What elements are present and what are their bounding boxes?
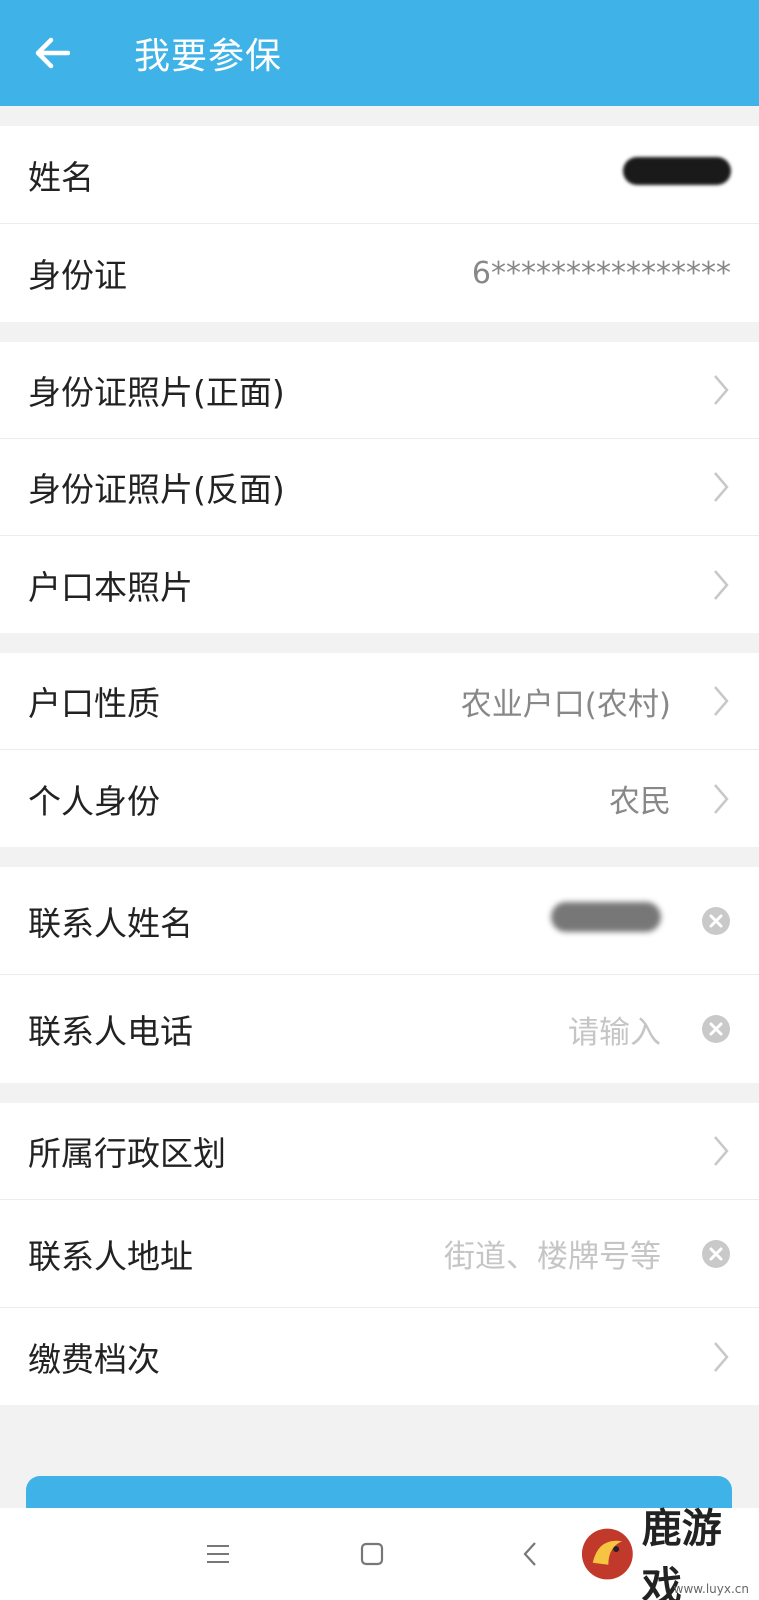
clear-icon[interactable] <box>701 1014 731 1044</box>
contact-phone-label: 联系人电话 <box>28 1012 193 1051</box>
photos-group: 身份证照片(正面) 身份证照片(反面) 户口本照片 <box>0 342 759 633</box>
watermark: 鹿游戏 www.luyx.cn <box>579 1506 759 1600</box>
contact-phone-row[interactable]: 联系人电话 请输入 <box>0 975 759 1083</box>
payment-level-label: 缴费档次 <box>28 1339 160 1379</box>
contact-address-label: 联系人地址 <box>28 1236 193 1276</box>
chevron-right-icon <box>711 470 731 504</box>
name-row[interactable]: 姓名 <box>0 126 759 224</box>
contact-address-input[interactable]: 街道、楼牌号等 <box>444 1231 661 1276</box>
personal-identity-value: 农民 <box>609 784 671 820</box>
region-label: 所属行政区划 <box>28 1134 226 1173</box>
system-nav-bar: 鹿游戏 www.luyx.cn <box>0 1506 759 1600</box>
contact-name-row[interactable]: 联系人姓名 <box>0 867 759 975</box>
chevron-right-icon <box>711 568 731 602</box>
contact-phone-input[interactable]: 请输入 <box>568 1007 661 1052</box>
deer-logo-icon <box>581 1528 633 1580</box>
name-label: 姓名 <box>28 157 94 197</box>
household-type-row[interactable]: 户口性质 农业户口(农村) <box>0 653 759 750</box>
personal-identity-row[interactable]: 个人身份 农民 <box>0 750 759 847</box>
home-icon[interactable] <box>350 1532 394 1576</box>
id-front-photo-label: 身份证照片(正面) <box>28 373 285 412</box>
watermark-url: www.luyx.cn <box>673 1582 749 1596</box>
redacted-mark <box>551 901 661 932</box>
basic-info-group: 姓名 身份证 6**************** <box>0 126 759 322</box>
id-front-photo-row[interactable]: 身份证照片(正面) <box>0 342 759 439</box>
page-title: 我要参保 <box>134 36 283 77</box>
chevron-right-icon <box>711 1340 731 1374</box>
clear-icon[interactable] <box>701 1239 731 1269</box>
id-card-row[interactable]: 身份证 6**************** <box>0 224 759 322</box>
arrow-left-icon[interactable] <box>28 29 76 77</box>
app-bar: 我要参保 <box>0 0 759 106</box>
id-back-photo-row[interactable]: 身份证照片(反面) <box>0 439 759 536</box>
contact-group: 联系人姓名 联系人电话 请输入 <box>0 867 759 1083</box>
redacted-mark <box>623 156 731 185</box>
personal-identity-label: 个人身份 <box>28 781 160 821</box>
id-card-value: 6**************** <box>471 255 731 291</box>
contact-name-value[interactable] <box>551 901 661 940</box>
household-photo-row[interactable]: 户口本照片 <box>0 536 759 633</box>
chevron-right-icon <box>711 782 731 816</box>
clear-icon[interactable] <box>701 906 731 936</box>
name-value <box>623 156 731 193</box>
payment-level-row[interactable]: 缴费档次 <box>0 1308 759 1405</box>
chevron-right-icon <box>711 1134 731 1168</box>
id-card-label: 身份证 <box>28 256 127 295</box>
chevron-right-icon <box>711 373 731 407</box>
menu-icon[interactable] <box>196 1532 240 1576</box>
contact-address-row[interactable]: 联系人地址 街道、楼牌号等 <box>0 1200 759 1308</box>
contact-name-label: 联系人姓名 <box>28 903 193 943</box>
region-row[interactable]: 所属行政区划 <box>0 1103 759 1200</box>
household-type-label: 户口性质 <box>28 684 160 723</box>
address-group: 所属行政区划 联系人地址 街道、楼牌号等 缴费档次 <box>0 1103 759 1405</box>
chevron-right-icon <box>711 684 731 718</box>
household-photo-label: 户口本照片 <box>28 567 193 607</box>
back-nav-icon[interactable] <box>508 1532 552 1576</box>
identity-group: 户口性质 农业户口(农村) 个人身份 农民 <box>0 653 759 847</box>
id-back-photo-label: 身份证照片(反面) <box>28 470 285 509</box>
household-type-value: 农业户口(农村) <box>460 686 671 723</box>
